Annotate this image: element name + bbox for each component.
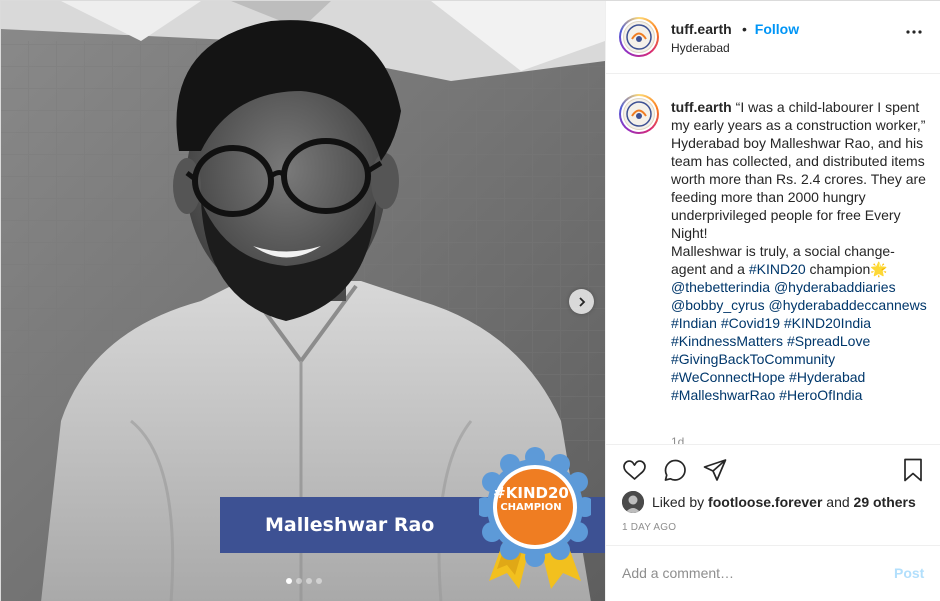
tuff-logo-icon: [626, 24, 652, 50]
carousel-next-button[interactable]: [569, 289, 594, 314]
header-username[interactable]: tuff.earth: [671, 21, 732, 37]
caption-avatar[interactable]: [619, 94, 659, 134]
caption-tag[interactable]: @thebetterindia: [671, 279, 770, 295]
caption-tag[interactable]: #MalleshwarRao: [671, 387, 775, 403]
caption-tag[interactable]: @hyderabaddiaries: [774, 279, 896, 295]
caption-tags: @thebetterindia @hyderabaddiaries @bobby…: [671, 279, 927, 403]
carousel-dot: [306, 578, 312, 584]
banner-name: Malleshwar Rao: [265, 514, 435, 536]
carousel-dot: [296, 578, 302, 584]
caption-tag[interactable]: #Indian: [671, 315, 717, 331]
caption-line2-post: champion: [805, 261, 871, 277]
carousel-dot: [286, 578, 292, 584]
caption-line2-tag[interactable]: #KIND20: [749, 261, 806, 277]
follow-button[interactable]: Follow: [755, 21, 799, 37]
location-link[interactable]: Hyderabad: [671, 41, 730, 55]
caption-tag[interactable]: #WeConnectHope: [671, 369, 785, 385]
post-timestamp[interactable]: 1 DAY AGO: [622, 522, 676, 533]
badge-label: #KIND20 CHAMPION: [479, 485, 583, 514]
liked-by-prefix: Liked by: [652, 494, 705, 510]
caption-time: 1d: [671, 435, 685, 444]
caption-body: “I was a child-labourer I spent my early…: [671, 99, 926, 241]
post-comment-button[interactable]: Post: [894, 565, 924, 581]
caption-area[interactable]: tuff.earth “I was a child-labourer I spen…: [606, 75, 940, 444]
caption-tag[interactable]: #HeroOfIndia: [779, 387, 862, 403]
liked-and: and: [826, 494, 850, 510]
tuff-logo-icon: [626, 101, 652, 127]
badge-line1: #KIND20: [493, 484, 569, 502]
comment-input[interactable]: [622, 562, 882, 584]
carousel-dots: [286, 578, 322, 584]
profile-avatar[interactable]: [619, 17, 659, 57]
caption-tag[interactable]: @hyderabaddeccannews: [768, 297, 926, 313]
liked-by-user[interactable]: footloose.forever: [708, 494, 822, 510]
liker-avatar[interactable]: [622, 491, 644, 513]
caption-tag[interactable]: #Covid19: [721, 315, 780, 331]
caption-tag[interactable]: #KindnessMatters: [671, 333, 783, 349]
caption-tag[interactable]: #Hyderabad: [789, 369, 865, 385]
caption-tag[interactable]: #SpreadLove: [787, 333, 870, 349]
action-bar: Liked by footloose.forever and 29 others…: [606, 444, 940, 545]
post-header: tuff.earth • Follow Hyderabad: [606, 1, 940, 74]
more-icon[interactable]: [906, 30, 922, 34]
post-media[interactable]: Malleshwar Rao #KIND20 CHAMPION: [1, 1, 605, 601]
share-icon[interactable]: [703, 458, 727, 482]
bookmark-icon[interactable]: [902, 458, 924, 482]
kind20-badge-icon: [479, 447, 591, 589]
comment-icon[interactable]: [663, 458, 687, 482]
follow-wrap: • Follow: [742, 21, 799, 37]
comment-bar: Post: [606, 545, 940, 601]
badge-line2: CHAMPION: [500, 502, 562, 513]
caption-text: tuff.earth “I was a child-labourer I spen…: [671, 98, 929, 404]
caption-tag[interactable]: #GivingBackToCommunity: [671, 351, 835, 367]
chevron-right-icon: [578, 296, 585, 307]
user-avatar-icon: [622, 491, 644, 513]
likes-summary[interactable]: Liked by footloose.forever and 29 others: [622, 491, 916, 513]
post-side-panel: tuff.earth • Follow Hyderabad tuff.earth…: [605, 1, 940, 601]
instagram-post: Malleshwar Rao #KIND20 CHAMPION tuff.ear…: [0, 0, 940, 601]
caption-tag[interactable]: #KIND20India: [784, 315, 871, 331]
caption-username[interactable]: tuff.earth: [671, 99, 732, 115]
liked-others[interactable]: 29 others: [854, 494, 916, 510]
caption-tag[interactable]: @bobby_cyrus: [671, 297, 765, 313]
carousel-dot: [316, 578, 322, 584]
separator-dot: •: [742, 21, 747, 37]
star-emoji: 🌟: [870, 261, 888, 277]
heart-icon[interactable]: [622, 458, 647, 482]
